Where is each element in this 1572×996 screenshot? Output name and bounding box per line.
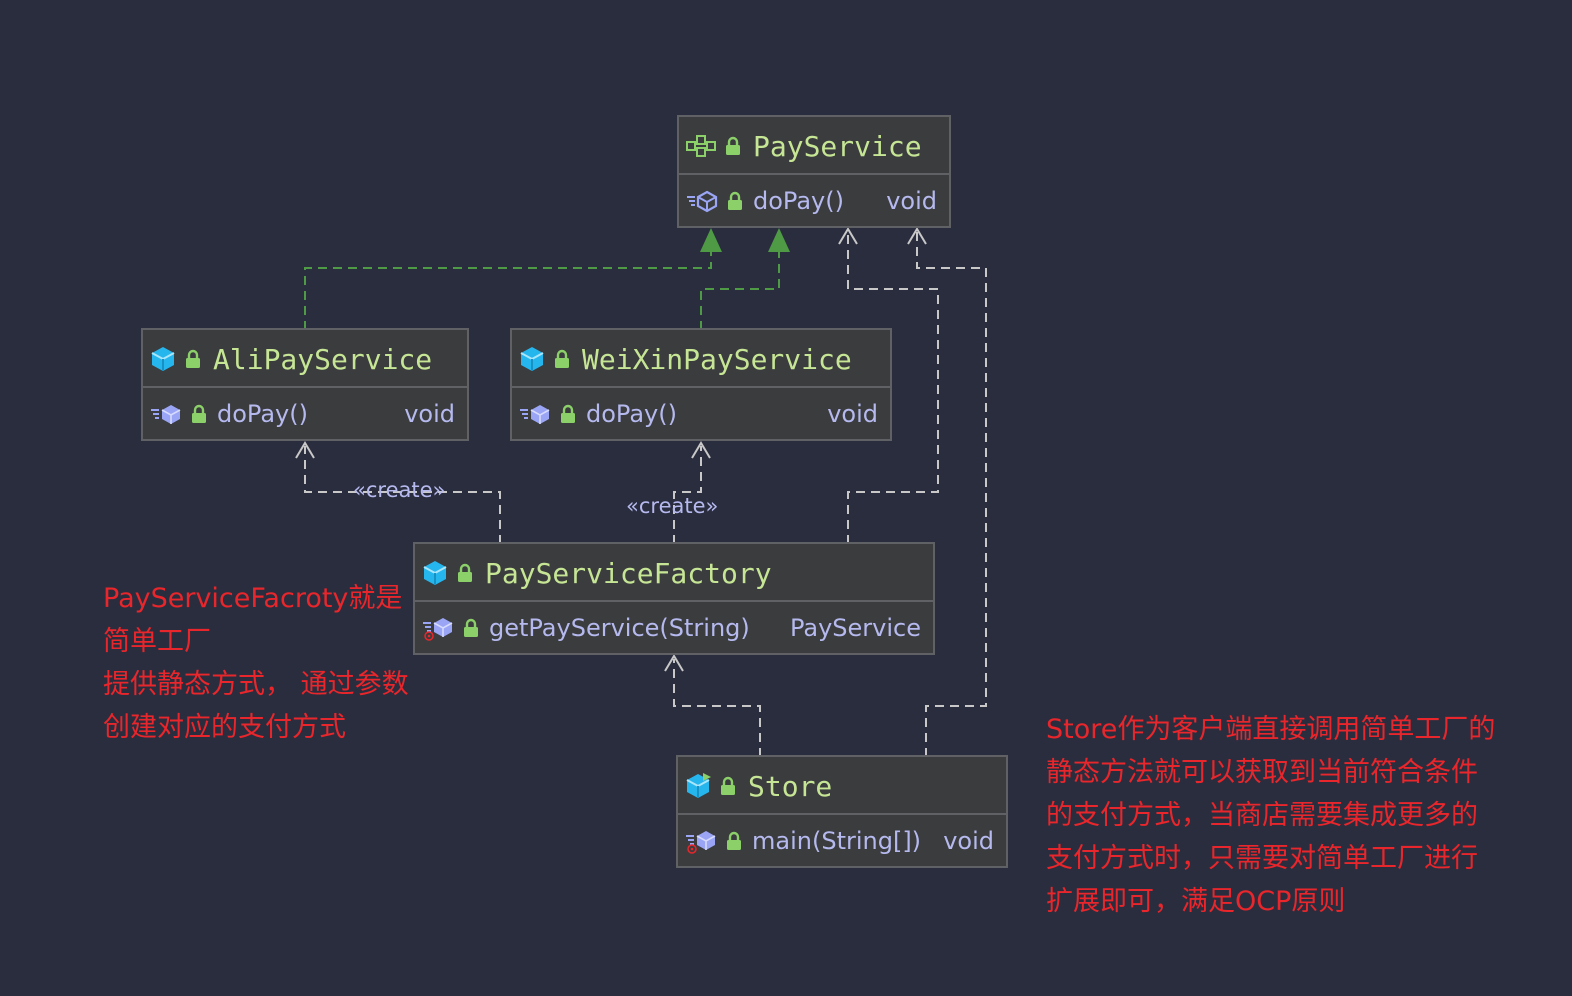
abstract-method-icon	[687, 190, 718, 212]
class-box-payservice[interactable]: PayService doPay() void	[677, 115, 951, 228]
class-box-payservicefactory[interactable]: PayServiceFactory getPayService(String) …	[413, 542, 935, 655]
implements-arrowhead-weixin	[768, 228, 790, 252]
lock-icon	[721, 776, 735, 795]
method-name: doPay()	[753, 186, 844, 215]
method-row[interactable]: main(String[]) void	[678, 813, 1006, 866]
implements-ali-to-payservice	[304, 250, 712, 330]
store-note: Store作为客户端直接调用简单工厂的 静态方法就可以获取到当前符合条件 的支付…	[1046, 708, 1495, 923]
lock-icon	[192, 404, 206, 423]
method-icon	[151, 404, 181, 424]
class-icon	[423, 561, 447, 585]
class-box-alipayservice[interactable]: AliPayService doPay() void	[141, 328, 469, 441]
class-icon	[520, 347, 544, 371]
method-icon	[520, 404, 550, 424]
implements-arrowhead-ali	[700, 228, 722, 252]
note-line: 静态方法就可以获取到当前符合条件	[1046, 757, 1478, 788]
note-line: PayServiceFacroty就是	[103, 583, 403, 614]
class-name: WeiXinPayService	[582, 342, 852, 376]
class-header: PayService	[679, 117, 949, 175]
class-header: AliPayService	[143, 330, 467, 388]
method-name: main(String[])	[752, 826, 922, 855]
method-row[interactable]: doPay() void	[679, 173, 949, 226]
method-return-type: void	[404, 399, 455, 428]
lock-icon	[561, 404, 575, 423]
note-line: 的支付方式，当商店需要集成更多的	[1046, 800, 1478, 831]
class-header: PayServiceFactory	[415, 544, 933, 602]
method-return-type: void	[827, 399, 878, 428]
factory-note: PayServiceFacroty就是 简单工厂 提供静态方式， 通过参数 创建…	[103, 577, 409, 749]
class-name: AliPayService	[213, 342, 433, 376]
lock-icon	[186, 349, 200, 368]
method-name: getPayService(String)	[489, 613, 750, 642]
runnable-class-icon	[686, 773, 711, 798]
class-icon	[151, 347, 175, 371]
method-return-type: void	[886, 186, 937, 215]
method-row[interactable]: doPay() void	[143, 386, 467, 439]
note-line: Store作为客户端直接调用简单工厂的	[1046, 714, 1496, 745]
static-method-icon	[423, 617, 453, 641]
note-line: 提供静态方式， 通过参数	[103, 669, 409, 700]
lock-icon	[727, 831, 741, 850]
class-name: PayService	[753, 129, 922, 163]
static-method-icon	[686, 830, 716, 854]
class-header: Store	[678, 757, 1006, 815]
arrowhead-store-factory	[664, 654, 684, 672]
method-row[interactable]: doPay() void	[512, 386, 890, 439]
method-name: doPay()	[586, 399, 677, 428]
lock-icon	[458, 563, 472, 582]
lock-icon	[464, 618, 478, 637]
interface-icon	[686, 135, 716, 157]
note-line: 扩展即可，满足OCP原则	[1046, 886, 1346, 917]
method-return-type: PayService	[789, 613, 921, 642]
dependency-store-to-payservice	[916, 232, 987, 757]
create-stereotype-ali: «create»	[353, 478, 446, 502]
lock-icon	[726, 136, 740, 155]
method-name: doPay()	[217, 399, 308, 428]
note-line: 创建对应的支付方式	[103, 712, 346, 743]
create-stereotype-weixin: «create»	[626, 494, 719, 518]
class-box-weixinpayservice[interactable]: WeiXinPayService doPay() void	[510, 328, 892, 441]
class-name: Store	[748, 769, 833, 803]
lock-icon	[555, 349, 569, 368]
implements-weixin-to-payservice	[700, 250, 780, 330]
class-name: PayServiceFactory	[485, 556, 772, 590]
method-return-type: void	[943, 826, 994, 855]
class-header: WeiXinPayService	[512, 330, 890, 388]
class-box-store[interactable]: Store main(String[]) void	[676, 755, 1008, 868]
note-line: 简单工厂	[103, 626, 211, 657]
method-row[interactable]: getPayService(String) PayService	[415, 600, 933, 653]
dependency-store-to-factory	[673, 659, 761, 757]
note-line: 支付方式时，只需要对简单工厂进行	[1046, 843, 1478, 874]
lock-icon	[728, 191, 742, 210]
